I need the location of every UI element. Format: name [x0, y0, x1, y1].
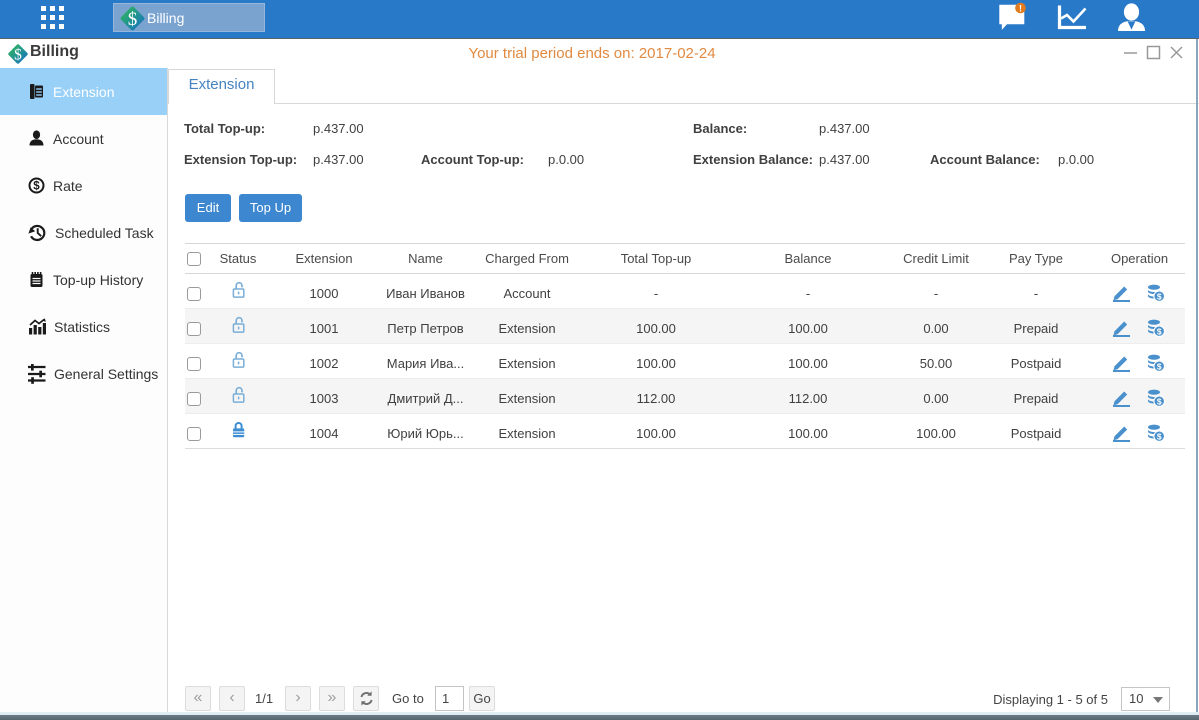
svg-text:$: $	[1157, 396, 1162, 406]
svg-text:$: $	[1157, 431, 1162, 441]
svg-text:$: $	[128, 9, 138, 30]
svg-text:$: $	[1157, 361, 1162, 371]
svg-text:$: $	[1157, 291, 1162, 301]
svg-text:!: !	[1019, 3, 1022, 13]
svg-text:$: $	[1157, 326, 1162, 336]
svg-text:$: $	[33, 181, 40, 193]
